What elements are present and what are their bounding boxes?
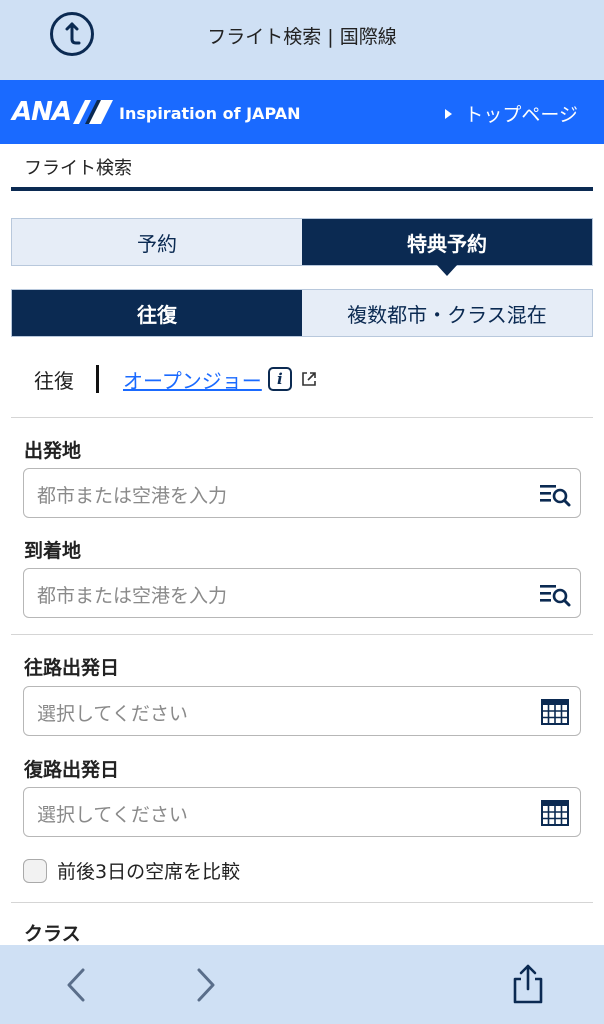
calendar-icon[interactable]: [538, 699, 572, 725]
brand-bar: ANA Inspiration of JAPAN トップページ: [0, 80, 604, 144]
chevron-left-icon[interactable]: [64, 967, 88, 1003]
destination-placeholder: 都市または空港を入力: [37, 585, 228, 607]
return-date-input[interactable]: 選択してください: [23, 787, 581, 837]
breadcrumb: フライト検索: [24, 158, 132, 179]
tab-award-booking[interactable]: 特典予約: [302, 219, 592, 276]
class-label: クラス: [24, 923, 81, 945]
top-bar: フライト検索 | 国際線: [0, 0, 604, 80]
top-page-link-label: トップページ: [464, 104, 578, 126]
list-search-icon[interactable]: [538, 481, 572, 507]
chevron-right-icon[interactable]: [194, 967, 218, 1003]
booking-type-tabs: 予約 特典予約: [11, 218, 593, 276]
compare-seats-row[interactable]: 前後3日の空席を比較: [23, 857, 240, 884]
calendar-icon[interactable]: [538, 800, 572, 826]
trip-type-tabs: 往復 複数都市・クラス混在: [11, 289, 593, 337]
info-icon[interactable]: i: [267, 367, 292, 391]
open-jaw-link[interactable]: オープンジョー: [123, 365, 262, 394]
triangle-right-icon: [445, 108, 453, 119]
destination-label: 到着地: [24, 540, 82, 562]
bottom-toolbar: [0, 945, 604, 1024]
tab-booking[interactable]: 予約: [12, 219, 302, 265]
destination-input[interactable]: 都市または空港を入力: [23, 568, 581, 618]
ana-logo[interactable]: ANA: [12, 97, 114, 127]
logo-stripes-icon: [73, 100, 114, 124]
current-trip-type: 往復: [34, 368, 74, 393]
page-title: フライト検索 | 国際線: [207, 26, 397, 48]
section-divider: [11, 634, 593, 635]
compare-seats-label: 前後3日の空席を比較: [57, 861, 241, 883]
brand-tagline: Inspiration of JAPAN: [119, 104, 301, 123]
return-date-label: 復路出発日: [24, 759, 120, 781]
divider: [96, 365, 99, 393]
section-divider: [11, 902, 593, 903]
breadcrumb-rule: [11, 187, 593, 191]
compare-seats-checkbox[interactable]: [23, 858, 47, 883]
return-date-placeholder: 選択してください: [37, 804, 188, 826]
outbound-date-placeholder: 選択してください: [37, 703, 188, 725]
top-page-link[interactable]: トップページ: [445, 100, 578, 127]
trip-options-row: 往復 オープンジョー i: [34, 364, 318, 394]
share-icon[interactable]: [510, 963, 546, 1005]
origin-input[interactable]: 都市または空港を入力: [23, 468, 581, 518]
tab-round-trip[interactable]: 往復: [12, 290, 302, 336]
origin-label: 出発地: [24, 440, 82, 462]
outbound-date-input[interactable]: 選択してください: [23, 686, 581, 736]
external-link-icon: [302, 372, 316, 386]
origin-placeholder: 都市または空港を入力: [37, 485, 228, 507]
logo-text: ANA: [12, 97, 72, 127]
section-divider: [11, 417, 593, 418]
outbound-date-label: 往路出発日: [24, 657, 120, 679]
list-search-icon[interactable]: [538, 581, 572, 607]
tab-multi-city[interactable]: 複数都市・クラス混在: [302, 290, 592, 336]
